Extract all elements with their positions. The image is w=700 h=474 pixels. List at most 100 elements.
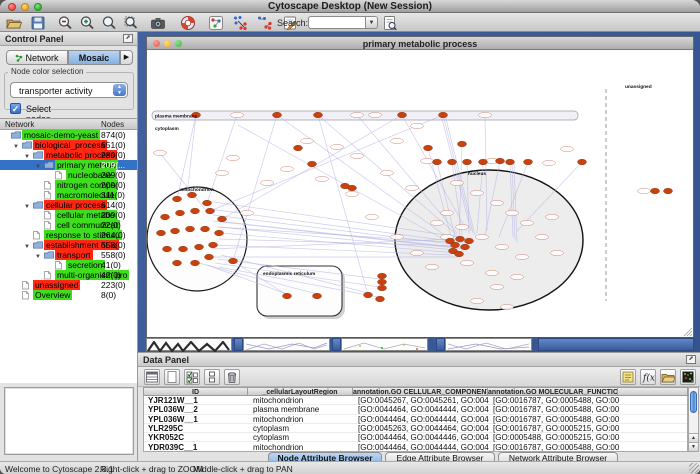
frame-resize-grip[interactable] xyxy=(690,334,692,336)
attribute-table-icon[interactable] xyxy=(144,369,160,385)
combo-stepper-icon[interactable]: ▲▼ xyxy=(113,84,126,96)
apply-layout-icon[interactable] xyxy=(232,15,248,31)
node-small[interactable] xyxy=(521,220,534,225)
tab-mosaic[interactable]: Mosaic xyxy=(68,50,120,65)
network-canvas[interactable]: plasma membranecytoplasmmitochondrionnuc… xyxy=(147,51,693,337)
node-small[interactable] xyxy=(496,244,509,249)
background-frame-edge[interactable] xyxy=(538,338,694,351)
node[interactable] xyxy=(424,145,433,151)
node[interactable] xyxy=(463,159,472,165)
table-row[interactable]: YLR295Ccytoplasm[GO:0045263, GO:0044464,… xyxy=(144,424,688,433)
node[interactable] xyxy=(218,216,227,222)
node[interactable] xyxy=(433,159,442,165)
node-small[interactable] xyxy=(451,180,464,185)
node[interactable] xyxy=(378,285,387,291)
node[interactable] xyxy=(161,214,170,220)
node[interactable] xyxy=(173,260,182,266)
node-small[interactable] xyxy=(261,180,274,185)
node-small[interactable] xyxy=(516,254,529,259)
node-small[interactable] xyxy=(431,220,444,225)
node-small[interactable] xyxy=(543,160,556,165)
zoom-selected-icon[interactable] xyxy=(123,15,139,31)
tree-item-mosaic-demo-yeast[interactable]: mosaic-demo-yeast874(0) xyxy=(0,130,137,140)
table-column-header[interactable]: _cellularLayoutRegion xyxy=(248,387,353,396)
zoom-fit-icon[interactable] xyxy=(101,15,117,31)
background-frame-thumbnail[interactable] xyxy=(445,338,532,351)
node[interactable] xyxy=(195,244,204,250)
node[interactable] xyxy=(578,159,587,165)
node[interactable] xyxy=(283,293,292,299)
tab-network[interactable]: Network xyxy=(6,50,68,65)
tree-item-response-to-stimulu[interactable]: response to stimulu264(0) xyxy=(0,230,137,240)
node-small[interactable] xyxy=(471,298,484,303)
tree-item-overview[interactable]: Overview8(0) xyxy=(0,290,137,300)
node[interactable] xyxy=(188,192,197,198)
scroll-down-icon[interactable]: ▼ xyxy=(689,442,698,451)
node-small[interactable] xyxy=(241,210,254,215)
node[interactable] xyxy=(163,246,172,252)
new-attribute-icon[interactable] xyxy=(164,369,180,385)
tree-item-nucleobase-[interactable]: nucleobase-209(0) xyxy=(0,170,137,180)
tree-item-primary-metabo[interactable]: ▼primary metabo209(... xyxy=(0,160,137,170)
node-small[interactable] xyxy=(331,144,344,149)
destroy-network-icon[interactable] xyxy=(256,15,272,31)
node[interactable] xyxy=(448,159,457,165)
node[interactable] xyxy=(179,246,188,252)
delete-attribute-icon[interactable] xyxy=(224,369,240,385)
node[interactable] xyxy=(176,210,185,216)
node-small[interactable] xyxy=(476,234,489,239)
node[interactable] xyxy=(157,230,166,236)
birdseye-view-panel[interactable] xyxy=(4,387,134,455)
table-column-header[interactable]: annotation.GO CELLULAR_COMPONENT xyxy=(353,387,488,396)
node[interactable] xyxy=(376,296,385,302)
node-small[interactable] xyxy=(216,170,229,175)
node-small[interactable] xyxy=(281,166,294,171)
node[interactable] xyxy=(465,238,474,244)
tree-item-secretion[interactable]: secretion41(0) xyxy=(0,260,137,270)
node[interactable] xyxy=(308,161,317,167)
node-small[interactable] xyxy=(346,191,359,196)
node-small[interactable] xyxy=(369,112,382,117)
table-row[interactable]: YKR052Ccytoplasm[GO:0044464, GO:0044446,… xyxy=(144,433,688,442)
node[interactable] xyxy=(206,208,215,214)
node-small[interactable] xyxy=(351,112,364,117)
node[interactable] xyxy=(451,242,460,248)
node-small[interactable] xyxy=(411,123,424,128)
node-small[interactable] xyxy=(406,185,419,190)
save-icon[interactable] xyxy=(30,15,46,31)
node[interactable] xyxy=(273,112,282,118)
node-small[interactable] xyxy=(381,170,394,175)
window-resize-grip[interactable] xyxy=(689,463,699,473)
background-frame-edge[interactable] xyxy=(234,338,243,351)
node-small[interactable] xyxy=(227,155,240,160)
node-color-attribute-select[interactable]: transporter activity ▲▼ xyxy=(10,82,128,98)
tree-item-cellular-metabo[interactable]: cellular metabo209(0) xyxy=(0,210,137,220)
node[interactable] xyxy=(378,273,387,279)
table-row[interactable]: YDR039C__1mitochondrion[GO:0044464, GO:0… xyxy=(144,443,688,452)
node[interactable] xyxy=(191,208,200,214)
scroll-up-icon[interactable]: ▲ xyxy=(689,433,698,442)
background-frame-thumbnail[interactable] xyxy=(243,338,330,351)
node[interactable] xyxy=(348,185,357,191)
open-file-icon[interactable] xyxy=(6,15,22,31)
node[interactable] xyxy=(461,244,470,250)
node[interactable] xyxy=(203,200,212,206)
notes-icon[interactable] xyxy=(620,369,636,385)
node-small[interactable] xyxy=(638,188,651,193)
node[interactable] xyxy=(479,159,488,165)
node[interactable] xyxy=(171,228,180,234)
node[interactable] xyxy=(458,141,467,147)
tree-item-cellular-process[interactable]: ▼cellular process614(0) xyxy=(0,200,137,210)
node-small[interactable] xyxy=(154,150,167,155)
float-panel-icon[interactable]: ⬈ xyxy=(686,355,696,364)
matrix-icon[interactable] xyxy=(680,369,696,385)
background-frame-edge[interactable] xyxy=(332,338,341,351)
network-overview-icon[interactable] xyxy=(208,15,224,31)
node[interactable] xyxy=(294,145,303,151)
node[interactable] xyxy=(314,112,323,118)
import-attributes-icon[interactable] xyxy=(660,369,676,385)
node-small[interactable] xyxy=(366,214,379,219)
float-panel-icon[interactable]: ⬈ xyxy=(123,34,133,43)
tree-item-nitrogen-compo[interactable]: nitrogen compo209(0) xyxy=(0,180,137,190)
tab-overflow-arrow-icon[interactable]: ▶ xyxy=(120,50,133,65)
